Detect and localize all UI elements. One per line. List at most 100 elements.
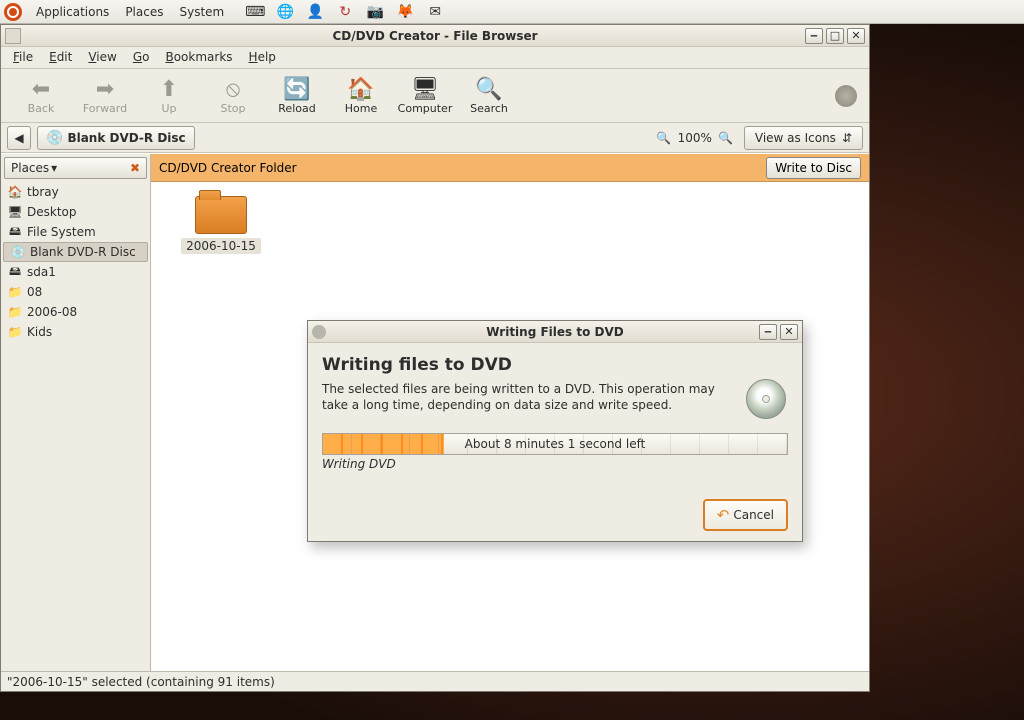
zoom-value: 100% (678, 131, 712, 145)
dialog-app-icon (312, 325, 326, 339)
gnome-top-panel: Applications Places System ⌨ 🌐 👤 ↻ 📷 🦊 ✉ (0, 0, 1024, 24)
place-item-blank-dvd-r-disc[interactable]: 💿 Blank DVD-R Disc (3, 242, 148, 262)
place-label: sda1 (27, 265, 56, 279)
back-label: Back (28, 102, 55, 115)
titlebar[interactable]: CD/DVD Creator - File Browser ‒ □ ✕ (1, 25, 869, 47)
reload-button[interactable]: 🔄 Reload (265, 76, 329, 115)
disc-icon: 💿 (46, 130, 63, 146)
write-to-disc-button[interactable]: Write to Disc (766, 157, 861, 179)
search-button[interactable]: 🔍 Search (457, 76, 521, 115)
menu-help[interactable]: Help (241, 47, 284, 68)
ubuntu-logo-icon[interactable] (4, 3, 22, 21)
computer-label: Computer (398, 102, 453, 115)
progress-text: About 8 minutes 1 second left (323, 434, 787, 454)
chevron-down-icon: ▾ (51, 161, 57, 175)
maximize-button[interactable]: □ (826, 28, 844, 44)
place-item-file-system[interactable]: 🖴 File System (1, 222, 150, 242)
path-back-button[interactable]: ◀ (7, 126, 31, 150)
place-item-desktop[interactable]: 🖥Desktop (1, 202, 150, 222)
dialog-body-text: The selected files are being written to … (322, 381, 722, 413)
home-label: Home (345, 102, 377, 115)
update-icon[interactable]: ↻ (334, 3, 356, 21)
place-item-sda1[interactable]: 🖴 sda1 (1, 262, 150, 282)
places-sidebar: Places ▾ ✖ 🏠tbray🖥Desktop🖴File System💿Bl… (1, 154, 151, 671)
place-label: File System (27, 225, 96, 239)
home-icon: 🏠 (347, 76, 374, 102)
sidebar-header[interactable]: Places ▾ ✖ (4, 157, 147, 179)
menu-go[interactable]: Go (125, 47, 158, 68)
up-button[interactable]: ⬆ Up (137, 76, 201, 115)
cancel-button[interactable]: ↶ Cancel (703, 499, 788, 531)
camera-icon[interactable]: 📷 (364, 3, 386, 21)
home-button[interactable]: 🏠 Home (329, 76, 393, 115)
mail-icon[interactable]: ✉ (424, 3, 446, 21)
zoom-out-button[interactable]: 🔍 (652, 126, 676, 150)
web-icon[interactable]: 🌐 (274, 3, 296, 21)
statusbar: "2006-10-15" selected (containing 91 ite… (1, 671, 869, 691)
place-label: Blank DVD-R Disc (30, 245, 136, 259)
app-icon (5, 28, 21, 44)
sidebar-close-icon[interactable]: ✖ (130, 161, 140, 175)
forward-label: Forward (83, 102, 127, 115)
zoom-in-button[interactable]: 🔍 (714, 126, 738, 150)
stop-label: Stop (220, 102, 245, 115)
progress-subtext: Writing DVD (322, 457, 788, 471)
computer-button[interactable]: 🖥 Computer (393, 76, 457, 115)
forward-button[interactable]: ➡ Forward (73, 76, 137, 115)
close-button[interactable]: ✕ (847, 28, 865, 44)
place-item-kids[interactable]: 📁 Kids (1, 322, 150, 342)
dvd-icon (746, 379, 786, 419)
stop-button[interactable]: ⦸ Stop (201, 76, 265, 115)
place-icon: 🖴 (7, 222, 23, 243)
place-item-2006-08[interactable]: 📁2006-08 (1, 302, 150, 322)
dialog-heading: Writing files to DVD (322, 355, 788, 375)
panel-menu-applications[interactable]: Applications (28, 3, 117, 21)
menu-bookmarks[interactable]: Bookmarks (157, 47, 240, 68)
progress-bar: About 8 minutes 1 second left (322, 433, 788, 455)
panel-menu-places[interactable]: Places (117, 3, 171, 21)
place-icon: 🏠 (7, 185, 23, 199)
window-title: CD/DVD Creator - File Browser (332, 29, 537, 43)
menu-edit[interactable]: Edit (41, 47, 80, 68)
place-icon: 🖴 (7, 262, 23, 283)
up-label: Up (161, 102, 176, 115)
minimize-button[interactable]: ‒ (805, 28, 823, 44)
location-bar: ◀ 💿 Blank DVD-R Disc 🔍 100% 🔍 View as Ic… (1, 123, 869, 153)
folder-item[interactable]: 2006-10-15 (171, 196, 271, 254)
content-header-label: CD/DVD Creator Folder (159, 161, 297, 175)
place-label: 08 (27, 285, 42, 299)
place-icon: 📁 (7, 285, 23, 299)
terminal-icon[interactable]: ⌨ (244, 3, 266, 21)
panel-menu-system[interactable]: System (171, 3, 232, 21)
person-icon[interactable]: 👤 (304, 3, 326, 21)
place-icon: 📁 (7, 325, 23, 339)
reload-label: Reload (278, 102, 315, 115)
place-label: Kids (27, 325, 52, 339)
dialog-close-button[interactable]: ✕ (780, 324, 798, 340)
place-icon: 💿 (10, 245, 26, 259)
sidebar-title: Places (11, 161, 49, 175)
menu-view[interactable]: View (80, 47, 124, 68)
dropdown-icon: ⇵ (842, 131, 852, 145)
throbber-icon (835, 85, 857, 107)
search-icon: 🔍 (475, 76, 502, 102)
gimp-icon[interactable]: 🦊 (394, 3, 416, 21)
menu-file[interactable]: File (5, 47, 41, 68)
back-arrow-icon: ⬅ (32, 76, 50, 102)
stop-icon: ⦸ (226, 76, 240, 102)
up-arrow-icon: ⬆ (160, 76, 178, 102)
dialog-titlebar[interactable]: Writing Files to DVD ‒ ✕ (308, 321, 802, 343)
place-label: tbray (27, 185, 59, 199)
place-item-tbray[interactable]: 🏠 tbray (1, 182, 150, 202)
view-mode-selector[interactable]: View as Icons ⇵ (744, 126, 863, 150)
dialog-minimize-button[interactable]: ‒ (759, 324, 777, 340)
forward-arrow-icon: ➡ (96, 76, 114, 102)
location-crumb[interactable]: 💿 Blank DVD-R Disc (37, 126, 195, 150)
menubar: File Edit View Go Bookmarks Help (1, 47, 869, 69)
toolbar: ⬅ Back ➡ Forward ⬆ Up ⦸ Stop 🔄 Reload 🏠 … (1, 69, 869, 123)
zoom-controls: 🔍 100% 🔍 (652, 126, 738, 150)
back-button[interactable]: ⬅ Back (9, 76, 73, 115)
folder-icon (195, 196, 247, 234)
statusbar-text: "2006-10-15" selected (containing 91 ite… (7, 675, 275, 689)
place-item-08[interactable]: 📁 08 (1, 282, 150, 302)
